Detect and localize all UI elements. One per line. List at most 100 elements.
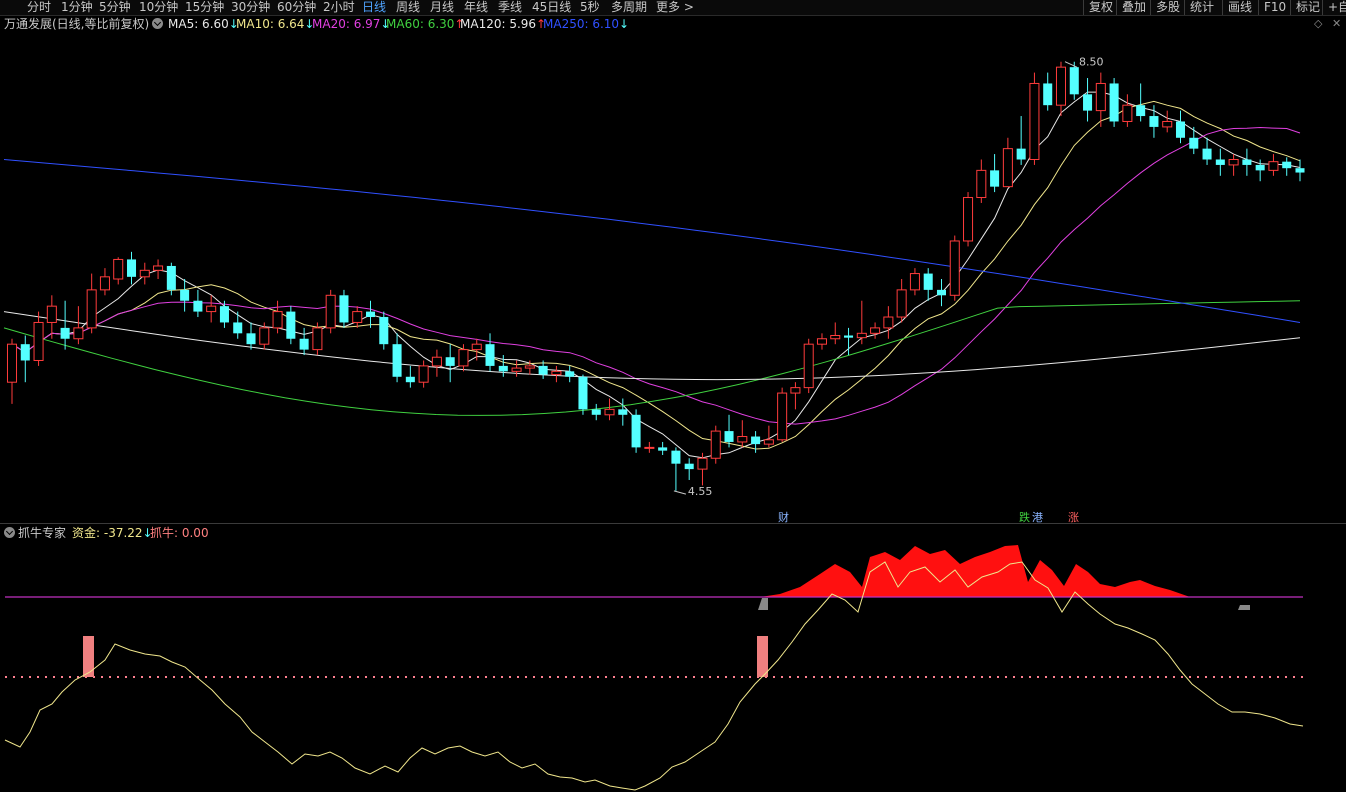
candle <box>604 398 615 421</box>
indicator-collapse-icon[interactable] <box>4 524 15 542</box>
candle <box>671 447 681 491</box>
candle <box>1215 148 1225 176</box>
indicator-chart[interactable] <box>0 542 1346 792</box>
collapse-toggle-icon[interactable] <box>152 16 163 32</box>
period-tab-9[interactable]: 周线 <box>396 0 420 15</box>
candle <box>246 322 256 350</box>
period-tab-2[interactable]: 5分钟 <box>99 0 131 15</box>
period-tab-12[interactable]: 季线 <box>498 0 522 15</box>
candle <box>113 257 124 285</box>
candle <box>1282 157 1292 176</box>
candle <box>286 306 296 345</box>
candle <box>591 403 601 421</box>
ma-label-ma20: MA20: 6.97↓ <box>312 17 391 31</box>
candle <box>1295 159 1305 182</box>
toolbar-button-3[interactable]: 统计 <box>1184 0 1222 15</box>
candle <box>299 327 309 356</box>
candle <box>790 382 801 410</box>
toolbar-button-4[interactable]: 画线 <box>1222 0 1258 15</box>
candle <box>206 295 217 323</box>
toolbar-button-1[interactable]: 叠加 <box>1116 0 1150 15</box>
indicator-header: 抓牛专家 资金: -37.22↓ 抓牛: 0.00 <box>0 524 1346 542</box>
period-tab-1[interactable]: 1分钟 <box>61 0 93 15</box>
candle <box>86 273 97 334</box>
candle <box>325 289 336 334</box>
period-tab-8[interactable]: 日线 <box>362 0 386 15</box>
ma-label-ma250: MA250: 6.10↓ <box>543 17 630 31</box>
period-toolbar: 分时 1分钟 5分钟 10分钟 15分钟 30分钟 60分钟 2小时 日线 周线 月线 年线 季线 45日… <box>0 0 1346 16</box>
candle <box>259 322 270 350</box>
candle <box>20 335 30 383</box>
candle <box>445 344 455 383</box>
candle <box>139 262 150 285</box>
candle <box>471 338 482 361</box>
candle <box>737 420 748 448</box>
period-tab-11[interactable]: 年线 <box>464 0 488 15</box>
candle <box>418 360 429 388</box>
candle <box>830 322 841 345</box>
candle <box>949 235 960 301</box>
ma-label-ma10: MA10: 6.64↓ <box>236 17 315 31</box>
ma-label-ma60: MA60: 6.30↑ <box>386 17 465 31</box>
period-tab-4[interactable]: 15分钟 <box>185 0 224 15</box>
period-tab-7[interactable]: 2小时 <box>323 0 355 15</box>
candle <box>180 279 190 312</box>
candle <box>485 333 495 372</box>
candle <box>1268 154 1279 176</box>
grey-mark <box>1238 605 1250 610</box>
candle <box>777 387 788 442</box>
candle <box>870 322 881 339</box>
indicator-title: 抓牛专家 <box>18 526 67 540</box>
close-icon[interactable]: ✕ <box>1332 16 1341 32</box>
signal-bar <box>757 636 768 677</box>
candle <box>684 458 694 480</box>
period-tab-0[interactable]: 分时 <box>27 0 51 15</box>
candle <box>233 311 243 339</box>
period-tab-16[interactable]: 更多 > <box>656 0 694 15</box>
candle <box>856 300 867 345</box>
candle <box>1175 110 1186 144</box>
candle <box>1189 126 1199 155</box>
candle <box>631 409 641 453</box>
candle <box>909 268 920 296</box>
candle <box>1136 83 1146 122</box>
candle <box>644 441 655 453</box>
diamond-icon[interactable]: ◇ <box>1314 16 1322 32</box>
period-tab-3[interactable]: 10分钟 <box>139 0 178 15</box>
candle <box>658 441 668 455</box>
period-tab-6[interactable]: 60分钟 <box>277 0 316 15</box>
period-tab-14[interactable]: 5秒 <box>580 0 600 15</box>
high-price-label: 8.50 <box>1079 56 1104 69</box>
candlestick-chart[interactable]: 8.50 4.55 <box>0 32 1346 524</box>
low-price-label: 4.55 <box>688 485 713 498</box>
grey-mark <box>758 598 768 610</box>
candle <box>751 431 761 453</box>
candle <box>1029 72 1040 165</box>
candle <box>1242 148 1252 176</box>
period-tab-15[interactable]: 多周期 <box>611 0 647 15</box>
toolbar-button-0[interactable]: 复权 <box>1083 0 1116 15</box>
candle <box>816 333 827 350</box>
candle <box>339 289 349 328</box>
candle <box>431 349 442 377</box>
period-tab-13[interactable]: 45日线 <box>532 0 571 15</box>
ma120-line <box>3 311 1301 381</box>
period-tab-5[interactable]: 30分钟 <box>231 0 270 15</box>
ma250-line <box>3 159 1301 323</box>
period-tab-10[interactable]: 月线 <box>430 0 454 15</box>
candle <box>990 154 1000 193</box>
toolbar-button-7[interactable]: +自 <box>1322 0 1346 15</box>
moving-average-lines <box>3 91 1301 459</box>
candle <box>1109 78 1119 127</box>
ma20-line <box>11 126 1301 425</box>
candle <box>883 306 894 339</box>
toolbar-button-6[interactable]: 标记 <box>1290 0 1322 15</box>
candle <box>1228 154 1239 176</box>
candle <box>193 289 203 318</box>
toolbar-button-5[interactable]: F10 <box>1258 0 1290 15</box>
candle <box>126 251 137 285</box>
main-chart-header: 万通发展(日线,等比前复权) MA5: 6.60↓ MA10: 6.64↓ MA20… <box>0 16 1346 32</box>
toolbar-button-2[interactable]: 多股 <box>1150 0 1184 15</box>
candle <box>46 295 57 339</box>
candle <box>976 159 987 203</box>
